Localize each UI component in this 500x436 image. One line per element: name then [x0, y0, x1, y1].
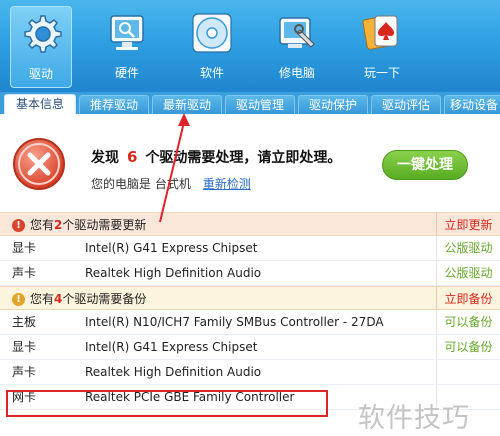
device-name: Realtek High Definition Audio [85, 365, 262, 379]
alert-count: 6 [127, 148, 138, 166]
tab-protect[interactable]: 驱动保护 [298, 95, 368, 114]
row-action[interactable]: 公版驱动 [436, 236, 500, 260]
watermark: 软件技巧 [358, 403, 470, 434]
table-row[interactable]: 主板 Intel(R) N10/ICH7 Family SMBus Contro… [0, 310, 500, 335]
top-toolbar: 驱动 硬件 软件 修电脑 玩一下 [0, 0, 500, 92]
disc-icon [192, 13, 232, 53]
row-action[interactable]: 可以备份 [436, 335, 500, 359]
nav-label: 修电脑 [278, 66, 315, 80]
one-click-fix-button[interactable]: 一键处理 [382, 150, 468, 180]
pc-type-text: 您的电脑是 台式机 [91, 177, 191, 191]
section-prefix: 您有 [30, 292, 55, 306]
repair-icon [279, 17, 315, 48]
nav-repair[interactable]: 修电脑 [266, 6, 328, 88]
tab-basic-info[interactable]: 基本信息 [4, 94, 76, 114]
annotation-highlight-box [6, 390, 328, 417]
nav-play[interactable]: 玩一下 [351, 6, 413, 88]
backup-now-button[interactable]: 立即备份 [436, 287, 500, 309]
tab-latest[interactable]: 最新驱动 [152, 95, 222, 114]
alert-panel: 发现 6 个驱动需要处理，请立即处理。 您的电脑是 台式机 重新检测 一键处理 [0, 114, 500, 212]
alert-title-suffix: 个驱动需要处理，请立即处理。 [145, 150, 342, 166]
nav-hardware[interactable]: 硬件 [96, 6, 158, 88]
nav-label: 玩一下 [363, 66, 400, 80]
row-action[interactable]: 公版驱动 [436, 261, 500, 285]
warning-icon: ! [12, 293, 25, 306]
tab-evaluate[interactable]: 驱动评估 [371, 95, 441, 114]
backup-section-text: 您有4个驱动需要备份 [30, 287, 146, 311]
alert-title-prefix: 发现 [91, 150, 119, 166]
device-category: 显卡 [12, 241, 37, 255]
tab-mobile[interactable]: 移动设备 [444, 95, 500, 114]
table-row[interactable]: 声卡 Realtek High Definition Audio 公版驱动 [0, 261, 500, 286]
device-category: 声卡 [12, 365, 37, 379]
warning-icon: ! [12, 219, 25, 232]
tab-recommended[interactable]: 推荐驱动 [79, 95, 149, 114]
error-icon [13, 138, 65, 190]
update-now-button[interactable]: 立即更新 [436, 213, 500, 235]
table-row[interactable]: 显卡 Intel(R) G41 Express Chipset 可以备份 [0, 335, 500, 360]
table-row[interactable]: 显卡 Intel(R) G41 Express Chipset 公版驱动 [0, 236, 500, 261]
device-category: 声卡 [12, 266, 37, 280]
monitor-icon [110, 15, 144, 50]
driver-list: ! 您有2个驱动需要更新 立即更新 显卡 Intel(R) G41 Expres… [0, 212, 500, 410]
alert-title: 发现 6 个驱动需要处理，请立即处理。 [91, 147, 341, 167]
device-name: Intel(R) G41 Express Chipset [85, 241, 258, 255]
section-prefix: 您有 [30, 218, 55, 232]
tab-strip: 基本信息 推荐驱动 最新驱动 驱动管理 驱动保护 驱动评估 移动设备 [0, 92, 500, 114]
backup-section-header: ! 您有4个驱动需要备份 立即备份 [0, 286, 500, 310]
row-action[interactable]: 可以备份 [436, 310, 500, 334]
row-action[interactable] [436, 360, 500, 384]
nav-driver[interactable]: 驱动 [10, 6, 72, 88]
nav-label: 软件 [199, 66, 224, 80]
device-name: Realtek High Definition Audio [85, 266, 262, 280]
nav-label: 驱动 [28, 67, 53, 81]
device-name: Intel(R) G41 Express Chipset [85, 340, 258, 354]
tab-manage[interactable]: 驱动管理 [225, 95, 295, 114]
gear-icon [24, 15, 62, 53]
device-category: 主板 [12, 315, 37, 329]
section-suffix: 个驱动需要更新 [62, 218, 147, 232]
cards-icon [362, 15, 398, 50]
update-section-header: ! 您有2个驱动需要更新 立即更新 [0, 212, 500, 236]
device-category: 显卡 [12, 340, 37, 354]
nav-label: 硬件 [114, 66, 139, 80]
update-section-text: 您有2个驱动需要更新 [30, 213, 146, 237]
redetect-link[interactable]: 重新检测 [203, 177, 251, 191]
alert-subtitle: 您的电脑是 台式机 重新检测 [91, 175, 251, 192]
section-suffix: 个驱动需要备份 [62, 292, 147, 306]
device-name: Intel(R) N10/ICH7 Family SMBus Controlle… [85, 315, 384, 329]
table-row[interactable]: 声卡 Realtek High Definition Audio [0, 360, 500, 385]
nav-software[interactable]: 软件 [181, 6, 243, 88]
